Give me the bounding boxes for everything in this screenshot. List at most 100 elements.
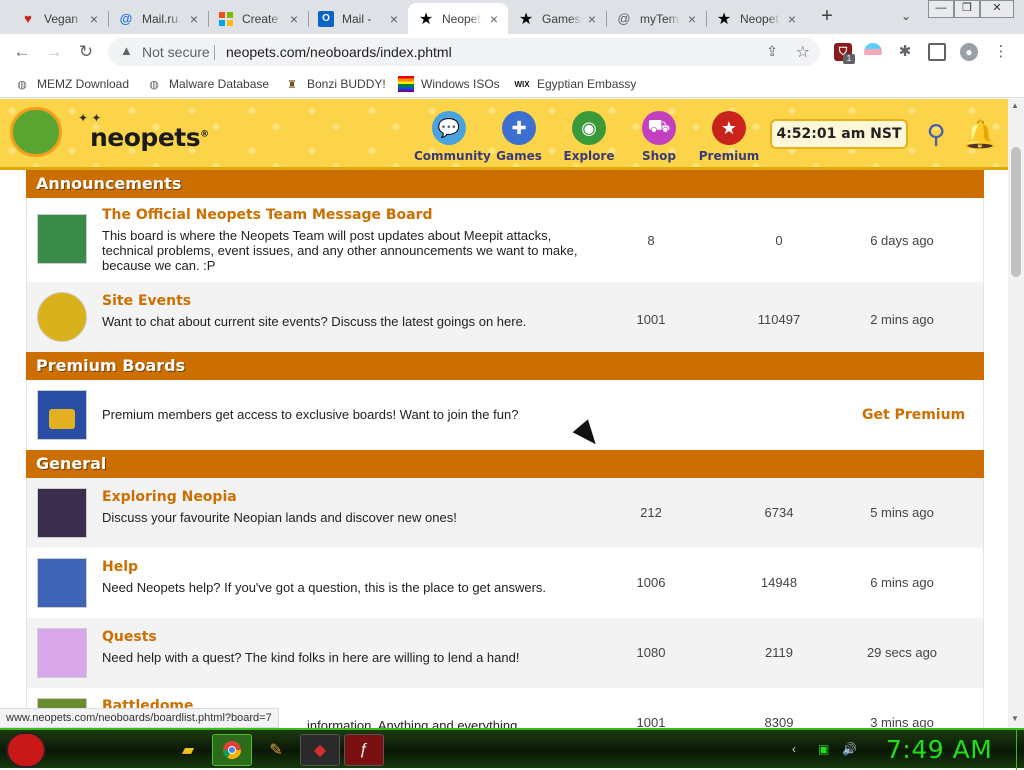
nav-premium[interactable]: ★ Premium <box>694 111 764 163</box>
tab-outlook[interactable]: O Mail - × <box>308 3 408 34</box>
board-thumbnail <box>37 488 87 538</box>
game-app-icon[interactable]: ◆ <box>300 734 340 766</box>
tab-neopets[interactable]: ★ Neopets × <box>706 3 806 34</box>
taskbar-clock[interactable]: 7:49 AM <box>886 735 992 764</box>
start-button-angry-bird-icon[interactable] <box>6 732 46 768</box>
board-name[interactable]: Help <box>102 559 138 575</box>
side-panel-icon[interactable] <box>928 43 946 61</box>
paint-app-icon[interactable]: ✎ <box>256 734 296 766</box>
bell-icon[interactable]: 🔔 <box>962 118 998 154</box>
close-icon[interactable]: × <box>86 11 102 27</box>
star-favicon-icon: ★ <box>716 10 732 28</box>
bookmark-bonzi-buddy[interactable]: ♜ Bonzi BUDDY! <box>284 76 386 92</box>
close-icon[interactable]: × <box>784 11 800 27</box>
maximize-button[interactable]: ❐ <box>954 0 980 18</box>
board-row[interactable]: Exploring Neopia Discuss your favourite … <box>26 478 984 548</box>
bookmark-star-icon[interactable]: ☆ <box>796 42 810 62</box>
nav-label: Community <box>414 149 491 163</box>
tab-vegan[interactable]: ♥ Vegan × <box>10 3 109 34</box>
url-text[interactable]: neopets.com/neoboards/index.phtml <box>226 44 452 60</box>
nav-shop[interactable]: ⛟ Shop <box>624 111 694 163</box>
bonzi-icon: ♜ <box>287 78 297 91</box>
tab-title: Games <box>542 11 581 26</box>
scroll-up-arrow-icon[interactable]: ▲ <box>1011 101 1019 110</box>
close-icon[interactable]: × <box>584 11 600 27</box>
globe-icon: ◍ <box>149 78 159 91</box>
browser-toolbar: ← → ↻ ▲ Not secure neopets.com/neoboards… <box>0 34 1024 70</box>
neopets-logo[interactable]: neopets® <box>90 123 209 152</box>
tab-mytemp[interactable]: @ myTemp × <box>606 3 707 34</box>
board-name[interactable]: Site Events <box>102 293 191 309</box>
vertical-scrollbar[interactable]: ▲ ▼ <box>1008 99 1024 728</box>
neopets-pet-logo-icon[interactable] <box>10 107 62 157</box>
chrome-icon[interactable] <box>212 734 252 766</box>
premium-row[interactable]: Premium members get access to exclusive … <box>26 380 984 450</box>
nav-community[interactable]: 💬 Community <box>414 111 491 163</box>
board-row[interactable]: Help Need Neopets help? If you've got a … <box>26 548 984 618</box>
close-icon[interactable]: × <box>486 11 502 27</box>
tab-neopets-active[interactable]: ★ Neopets × <box>408 3 508 34</box>
nav-explore[interactable]: ◉ Explore <box>554 111 624 163</box>
close-icon[interactable]: × <box>386 11 402 27</box>
board-description: information. Anything and everything <box>307 718 518 728</box>
minimize-button[interactable]: — <box>928 0 954 18</box>
back-arrow-icon[interactable]: ← <box>10 40 34 64</box>
network-icon[interactable]: ▣ <box>818 742 829 756</box>
bookmark-egyptian-embassy[interactable]: WIX Egyptian Embassy <box>514 76 636 92</box>
board-thumbnail <box>37 214 87 264</box>
board-name[interactable]: The Official Neopets Team Message Board <box>102 207 433 223</box>
tab-games[interactable]: ★ Games × <box>508 3 607 34</box>
tab-mailru[interactable]: @ Mail.ru × <box>108 3 209 34</box>
bookmark-memz[interactable]: ◍ MEMZ Download <box>14 76 129 92</box>
get-premium-link[interactable]: Get Premium <box>862 407 965 423</box>
last-post: 2 mins ago <box>870 312 934 327</box>
file-explorer-icon[interactable]: ▰ <box>168 734 208 766</box>
bookmark-windows-isos[interactable]: Windows ISOs <box>398 76 500 92</box>
cart-icon: ⛟ <box>642 111 676 145</box>
board-row[interactable]: Site Events Want to chat about current s… <box>26 282 984 352</box>
nav-games[interactable]: ✚ Games <box>484 111 554 163</box>
nst-clock: 4:52:01 am NST <box>770 119 908 149</box>
puzzle-extensions-icon[interactable]: ✱ <box>896 43 914 61</box>
bookmark-malware-database[interactable]: ◍ Malware Database <box>146 76 269 92</box>
warning-triangle-icon[interactable]: ▲ <box>120 43 133 58</box>
reply-count: 0 <box>775 233 783 248</box>
flash-app-icon[interactable]: ƒ <box>344 734 384 766</box>
board-thumbnail <box>37 558 87 608</box>
scroll-down-arrow-icon[interactable]: ▼ <box>1011 714 1019 723</box>
pride-extension-icon[interactable] <box>864 43 882 61</box>
close-icon[interactable]: × <box>684 11 700 27</box>
bookmarks-bar: ◍ MEMZ Download ◍ Malware Database ♜ Bon… <box>0 70 1024 98</box>
board-row[interactable]: The Official Neopets Team Message Board … <box>26 198 984 282</box>
nav-label: Explore <box>563 149 615 163</box>
reload-icon[interactable]: ↻ <box>74 40 98 64</box>
board-name[interactable]: Exploring Neopia <box>102 489 237 505</box>
board-name[interactable]: Quests <box>102 629 157 645</box>
board-thumbnail <box>37 628 87 678</box>
security-label[interactable]: Not secure <box>142 44 210 60</box>
tab-create[interactable]: Create × <box>208 3 309 34</box>
close-icon[interactable]: × <box>286 11 302 27</box>
address-bar[interactable]: ▲ Not secure neopets.com/neoboards/index… <box>108 38 820 66</box>
volume-icon[interactable]: 🔊 <box>842 742 857 756</box>
profile-avatar-icon[interactable]: ● <box>960 43 978 61</box>
neopets-header: ✦ ✦ neopets® 💬 Community ✚ Games ◉ Explo… <box>0 99 1008 170</box>
board-row[interactable]: Quests Need help with a quest? The kind … <box>26 618 984 688</box>
close-window-button[interactable]: ✕ <box>980 0 1014 18</box>
new-tab-button[interactable]: + <box>816 6 838 28</box>
menu-kebab-icon[interactable]: ⋮ <box>992 43 1010 61</box>
tab-search-chevron-icon[interactable]: ⌄ <box>896 6 916 26</box>
scrollbar-thumb[interactable] <box>1011 147 1021 277</box>
show-desktop-button[interactable] <box>1016 730 1024 770</box>
forward-arrow-icon[interactable]: → <box>42 40 66 64</box>
section-header-general: General <box>26 450 984 478</box>
board-description: Want to chat about current site events? … <box>102 314 527 329</box>
search-icon[interactable]: ⚲ <box>920 119 952 151</box>
share-icon[interactable]: ⇪ <box>766 43 778 60</box>
topic-count: 212 <box>640 505 662 520</box>
close-icon[interactable]: × <box>186 11 202 27</box>
tray-chevron-icon[interactable]: ‹ <box>792 742 796 756</box>
logo-trademark: ® <box>200 129 209 140</box>
tab-title: myTemp <box>640 11 680 26</box>
at-favicon-icon: @ <box>119 11 133 26</box>
